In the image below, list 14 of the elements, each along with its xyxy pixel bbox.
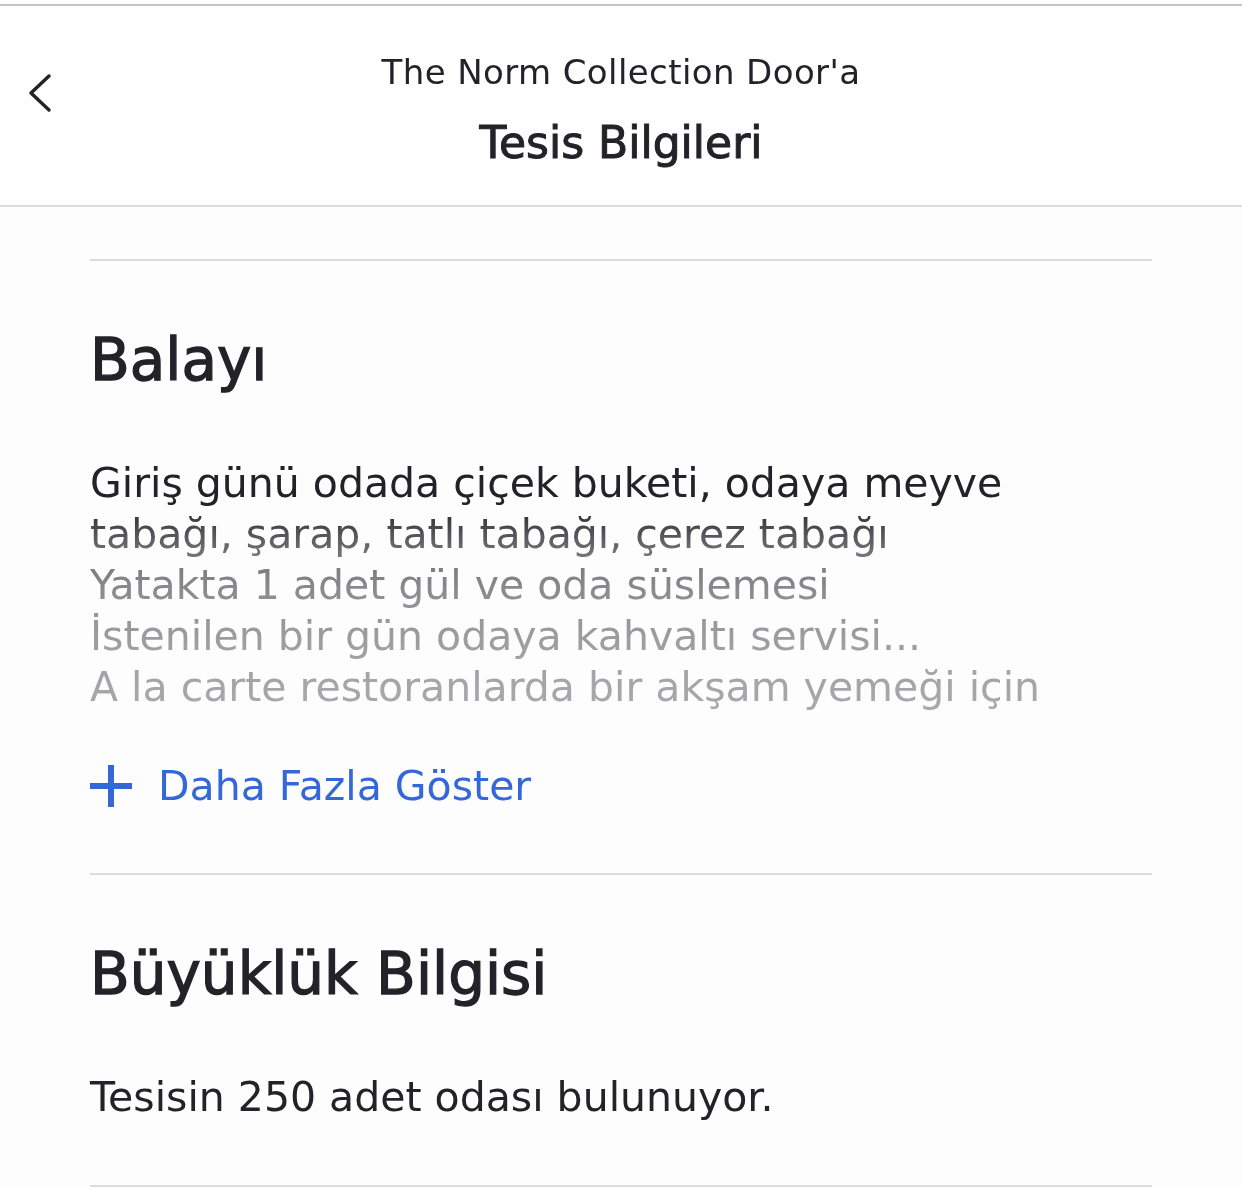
description-line: Yatakta 1 adet gül ve oda süslemesi bbox=[90, 560, 830, 611]
header-subtitle: The Norm Collection Door'a bbox=[381, 52, 861, 92]
description-line: İstenilen bir gün odaya kahvaltı servisi... bbox=[90, 611, 922, 662]
back-button[interactable] bbox=[28, 74, 52, 112]
section-title: Balayı bbox=[90, 328, 269, 392]
section-title: Büyüklük Bilgisi bbox=[90, 942, 549, 1006]
body-text: Tesisin 250 adet odası bulunuyor. bbox=[90, 1072, 774, 1123]
show-more-button[interactable]: Daha Fazla Göster bbox=[90, 761, 532, 811]
description-line: Giriş günü odada çiçek buketi, odaya meyve bbox=[90, 458, 1003, 509]
header-title: Tesis Bilgileri bbox=[479, 116, 763, 170]
plus-icon bbox=[90, 765, 132, 807]
chevron-left-icon bbox=[28, 74, 52, 112]
description-line: A la carte restoranlarda bir akşam yemeği için bbox=[90, 662, 1041, 713]
description-line: tabağı, şarap, tatlı tabağı, çerez tabağı bbox=[90, 509, 889, 560]
